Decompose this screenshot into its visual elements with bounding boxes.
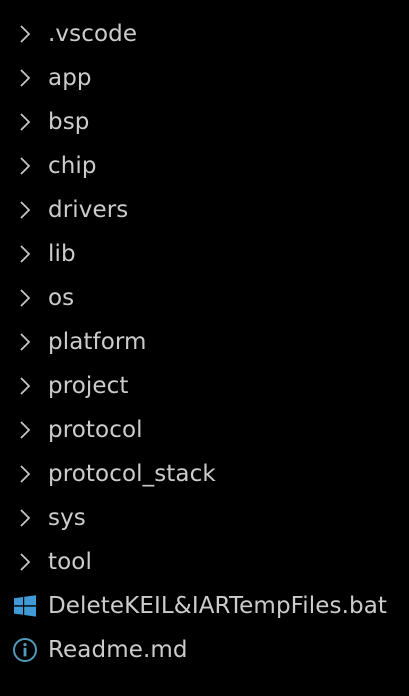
tree-item-label: Readme.md [48, 637, 188, 663]
tree-item-chip[interactable]: chip [0, 144, 409, 188]
tree-item-delete-temp-files-bat[interactable]: DeleteKEIL&IARTempFiles.bat [0, 584, 409, 628]
tree-item-vscode[interactable]: .vscode [0, 12, 409, 56]
chevron-right-icon [10, 56, 40, 100]
tree-item-label: .vscode [48, 21, 138, 47]
tree-item-tool[interactable]: tool [0, 540, 409, 584]
chevron-right-icon [10, 364, 40, 408]
chevron-right-icon [10, 320, 40, 364]
chevron-right-icon [10, 12, 40, 56]
chevron-right-icon [10, 188, 40, 232]
tree-item-platform[interactable]: platform [0, 320, 409, 364]
chevron-right-icon [10, 276, 40, 320]
tree-item-label: DeleteKEIL&IARTempFiles.bat [48, 593, 388, 619]
tree-item-label: platform [48, 329, 147, 355]
chevron-right-icon [10, 100, 40, 144]
tree-item-protocol[interactable]: protocol [0, 408, 409, 452]
tree-item-os[interactable]: os [0, 276, 409, 320]
tree-item-label: chip [48, 153, 97, 179]
tree-item-lib[interactable]: lib [0, 232, 409, 276]
file-explorer-tree: .vscode app bsp chip drivers lib os plat… [0, 0, 409, 696]
tree-item-drivers[interactable]: drivers [0, 188, 409, 232]
tree-item-project[interactable]: project [0, 364, 409, 408]
tree-item-label: lib [48, 241, 76, 267]
tree-item-bsp[interactable]: bsp [0, 100, 409, 144]
tree-item-readme-md[interactable]: Readme.md [0, 628, 409, 672]
chevron-right-icon [10, 408, 40, 452]
tree-item-label: project [48, 373, 129, 399]
chevron-right-icon [10, 144, 40, 188]
tree-item-label: bsp [48, 109, 90, 135]
windows-icon [10, 584, 40, 628]
chevron-right-icon [10, 232, 40, 276]
tree-item-label: app [48, 65, 92, 91]
chevron-right-icon [10, 452, 40, 496]
tree-item-app[interactable]: app [0, 56, 409, 100]
tree-item-label: drivers [48, 197, 129, 223]
tree-item-label: os [48, 285, 75, 311]
tree-item-sys[interactable]: sys [0, 496, 409, 540]
chevron-right-icon [10, 540, 40, 584]
tree-item-label: protocol [48, 417, 143, 443]
chevron-right-icon [10, 496, 40, 540]
tree-item-protocol-stack[interactable]: protocol_stack [0, 452, 409, 496]
info-icon [10, 628, 40, 672]
tree-item-label: protocol_stack [48, 461, 216, 487]
tree-item-label: tool [48, 549, 92, 575]
tree-item-label: sys [48, 505, 86, 531]
